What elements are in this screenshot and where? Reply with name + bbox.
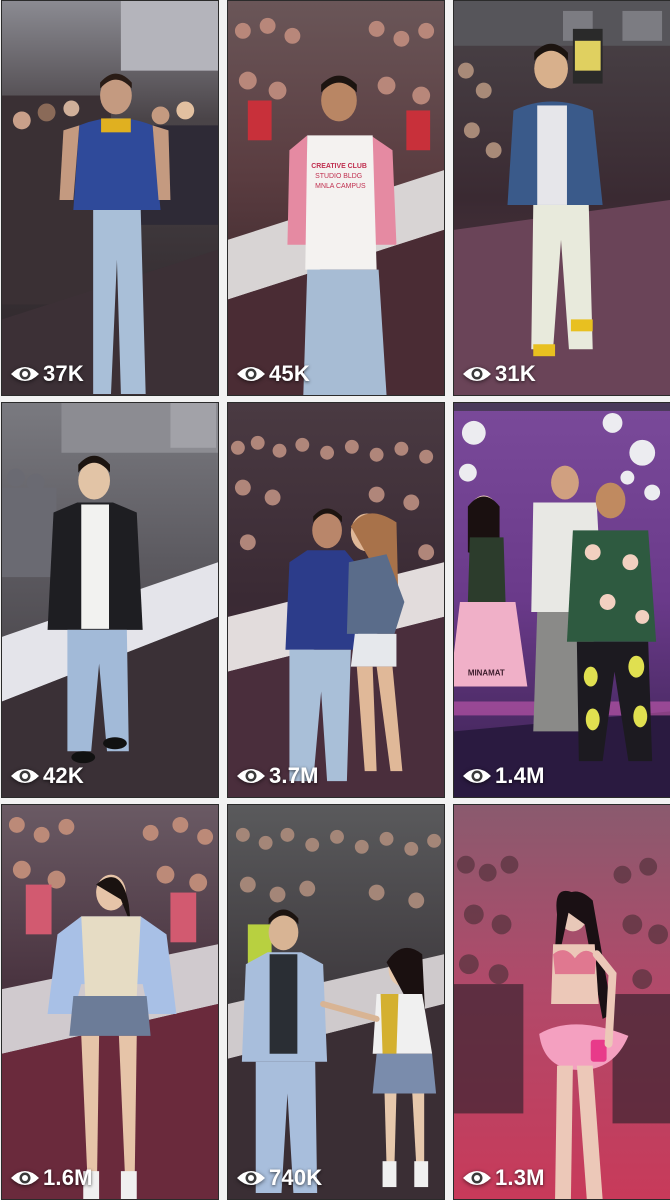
eye-icon [237,769,265,783]
eye-icon [11,769,39,783]
view-count-text: 1.3M [495,1165,545,1190]
view-count-text: 37K [43,361,84,386]
video-tile-3[interactable]: 31K [453,0,670,396]
video-tile-2[interactable]: CREATIVE CLUB STUDIO BLDG MNLA CAMPUS 45… [227,0,445,396]
video-thumbnail: CREATIVE CLUB STUDIO BLDG MNLA CAMPUS [228,1,444,395]
shirt-print-line-2: STUDIO BLDG [315,173,362,180]
eye-icon [463,1171,491,1185]
view-count-text: 3.7M [269,763,319,788]
view-count: 3.7M [236,763,319,789]
video-tile-1[interactable]: 37K [1,0,219,396]
video-thumbnail [454,1,670,395]
eye-icon [237,367,265,381]
view-count: 31K [462,361,536,387]
view-count-text: 1.6M [43,1165,93,1190]
eye-icon [237,1171,265,1185]
video-thumbnail [228,805,444,1199]
view-count-text: 42K [43,763,84,788]
video-thumbnail [2,805,218,1199]
video-tile-8[interactable]: 740K [227,804,445,1200]
video-tile-9[interactable]: 1.3M [453,804,670,1200]
video-tile-6[interactable]: MINAMAT 1.4M [453,402,670,798]
view-count-text: 740K [269,1165,323,1190]
eye-icon [11,367,39,381]
video-thumbnail [228,403,444,797]
eye-icon [11,1171,39,1185]
video-tile-7[interactable]: 1.6M [1,804,219,1200]
eye-icon [463,367,491,381]
video-thumbnail [454,805,670,1199]
view-count: 42K [10,763,84,789]
video-grid: 37K CREATIVE CLUB STUDIO BLDG MNLA CAMPU… [0,0,670,1200]
shirt-print-line-3: MNLA CAMPUS [315,183,366,190]
view-count: 37K [10,361,84,387]
video-thumbnail [2,403,218,797]
view-count-text: 31K [495,361,536,386]
view-count: 1.4M [462,763,545,789]
view-count: 740K [236,1165,322,1191]
video-tile-4[interactable]: 42K [1,402,219,798]
view-count: 1.6M [10,1165,93,1191]
view-count: 1.3M [462,1165,545,1191]
video-tile-5[interactable]: 3.7M [227,402,445,798]
video-thumbnail: MINAMAT [454,403,670,797]
skirt-print: MINAMAT [468,669,505,678]
view-count: 45K [236,361,310,387]
shirt-print-line-1: CREATIVE CLUB [311,163,367,170]
video-thumbnail [2,1,218,395]
eye-icon [463,769,491,783]
view-count-text: 1.4M [495,763,545,788]
view-count-text: 45K [269,361,310,386]
